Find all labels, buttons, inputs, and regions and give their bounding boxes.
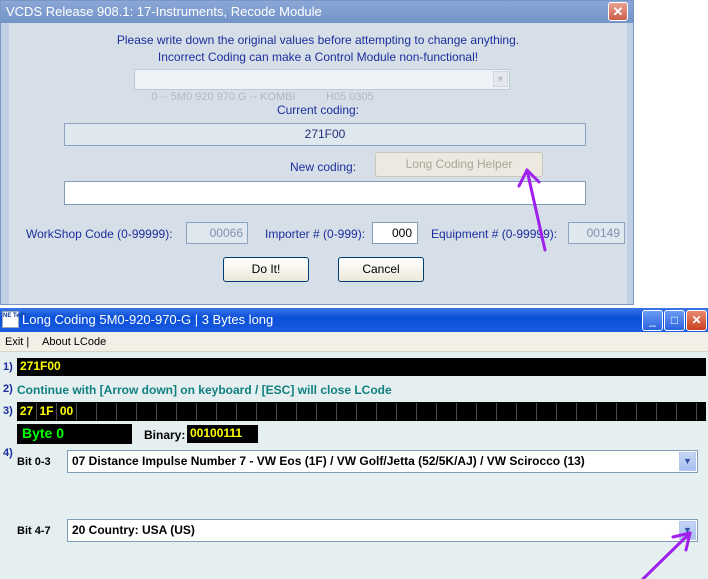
- minimize-button[interactable]: _: [642, 310, 663, 331]
- byte-cell-empty: [617, 403, 637, 420]
- byte-cell-empty: [357, 403, 377, 420]
- warning-line-1: Please write down the original values be…: [116, 33, 520, 47]
- byte-cell-empty: [557, 403, 577, 420]
- current-coding-field: 271F00: [64, 123, 586, 146]
- byte-cell-empty: [517, 403, 537, 420]
- do-it-button[interactable]: Do It!: [223, 257, 309, 282]
- warning-line-2: Incorrect Coding can make a Control Modu…: [157, 50, 479, 64]
- byte-cell-empty: [377, 403, 397, 420]
- menu-about[interactable]: About LCode: [42, 332, 106, 352]
- module-select-value: 0 -- 5M0 920 970 G -- KOMBI H05 0305: [151, 91, 374, 103]
- bit47-select[interactable]: 20 Country: USA (US) ▼: [67, 519, 698, 542]
- recode-frame-left: [1, 23, 9, 304]
- new-coding-input[interactable]: [64, 181, 586, 205]
- lcode-menubar: Exit | About LCode: [0, 332, 708, 352]
- byte-cell-empty: [677, 403, 697, 420]
- byte-cell-empty: [597, 403, 617, 420]
- byte-cell-empty: [537, 403, 557, 420]
- byte-cell-empty: [577, 403, 597, 420]
- binary-label: Binary:: [144, 428, 186, 442]
- byte-grid: 27 1F 00: [17, 402, 706, 421]
- importer-input[interactable]: 000: [372, 222, 418, 244]
- row-number-3: 3): [3, 405, 13, 417]
- byte-cell-empty: [197, 403, 217, 420]
- byte-cell[interactable]: 00: [57, 403, 77, 420]
- row-number-1: 1): [3, 361, 13, 373]
- recode-titlebar[interactable]: VCDS Release 908.1: 17-Instruments, Reco…: [1, 1, 633, 23]
- recode-frame-right: [627, 23, 633, 304]
- byte-cell-empty: [257, 403, 277, 420]
- lcode-title: Long Coding 5M0-920-970-G | 3 Bytes long: [22, 312, 274, 327]
- byte-cell-empty: [177, 403, 197, 420]
- chevron-down-icon[interactable]: ▼: [679, 521, 696, 540]
- coding-value: 271F00: [20, 359, 61, 373]
- byte-cell-empty: [477, 403, 497, 420]
- recode-title: VCDS Release 908.1: 17-Instruments, Reco…: [6, 4, 322, 19]
- menu-exit[interactable]: Exit |: [5, 332, 29, 352]
- byte-cell[interactable]: 27: [17, 403, 37, 420]
- binary-value: 00100111: [190, 426, 243, 440]
- row-number-4: 4): [3, 447, 13, 459]
- current-coding-label: Current coding:: [276, 103, 360, 117]
- byte-cell-empty: [217, 403, 237, 420]
- recode-window: VCDS Release 908.1: 17-Instruments, Reco…: [0, 0, 634, 305]
- binary-value-box: 00100111: [187, 425, 258, 443]
- equipment-field: 00149: [568, 222, 625, 244]
- recode-close-button[interactable]: ✕: [608, 2, 628, 21]
- coding-value-bar: 271F00: [17, 358, 706, 376]
- byte-cell-empty: [657, 403, 677, 420]
- long-coding-helper-button[interactable]: Long Coding Helper: [375, 152, 543, 177]
- bit47-select-value: 20 Country: USA (US): [72, 523, 195, 537]
- bit47-label: Bit 4-7: [17, 525, 51, 537]
- byte-cell-empty: [137, 403, 157, 420]
- byte-cell-empty: [97, 403, 117, 420]
- bit03-select-value: 07 Distance Impulse Number 7 - VW Eos (1…: [72, 454, 585, 468]
- byte-cell-empty: [297, 403, 317, 420]
- importer-label: Importer # (0-999):: [265, 227, 366, 241]
- row-number-2: 2): [3, 383, 13, 395]
- workshop-field: 00066: [186, 222, 248, 244]
- byte-cell-empty: [497, 403, 517, 420]
- byte-cell[interactable]: 1F: [37, 403, 57, 420]
- bit03-select[interactable]: 07 Distance Impulse Number 7 - VW Eos (1…: [67, 450, 698, 473]
- byte-cell-empty: [397, 403, 417, 420]
- byte-cell-empty: [457, 403, 477, 420]
- byte-cell-empty: [237, 403, 257, 420]
- byte-cell-empty: [157, 403, 177, 420]
- byte-cell-empty: [77, 403, 97, 420]
- new-coding-label: New coding:: [290, 160, 357, 174]
- instruction-text: Continue with [Arrow down] on keyboard /…: [17, 383, 392, 397]
- byte-cell-empty: [637, 403, 657, 420]
- module-select: 0 -- 5M0 920 970 G -- KOMBI H05 0305 ▼: [134, 69, 510, 103]
- byte-cell-empty: [317, 403, 337, 420]
- maximize-button[interactable]: □: [664, 310, 685, 331]
- byte-cell-empty: [277, 403, 297, 420]
- byte-cell-empty: [417, 403, 437, 420]
- byte-cell-empty: [337, 403, 357, 420]
- chevron-down-icon: ▼: [493, 71, 508, 87]
- lcode-app-icon: NE Tech: [2, 311, 27, 328]
- byte-label: Byte 0: [22, 425, 65, 441]
- bit03-label: Bit 0-3: [17, 456, 51, 468]
- byte-cell-empty: [117, 403, 137, 420]
- byte-label-box: Byte 0: [17, 424, 132, 444]
- equipment-label: Equipment # (0-99999):: [431, 227, 558, 241]
- lcode-window: NE Tech Long Coding 5M0-920-970-G | 3 By…: [0, 308, 708, 579]
- workshop-label: WorkShop Code (0-99999):: [26, 227, 173, 241]
- chevron-down-icon[interactable]: ▼: [679, 452, 696, 471]
- cancel-button[interactable]: Cancel: [338, 257, 424, 282]
- lcode-titlebar[interactable]: NE Tech Long Coding 5M0-920-970-G | 3 By…: [0, 308, 708, 332]
- lcode-close-button[interactable]: ✕: [686, 310, 707, 331]
- byte-cell-empty: [437, 403, 457, 420]
